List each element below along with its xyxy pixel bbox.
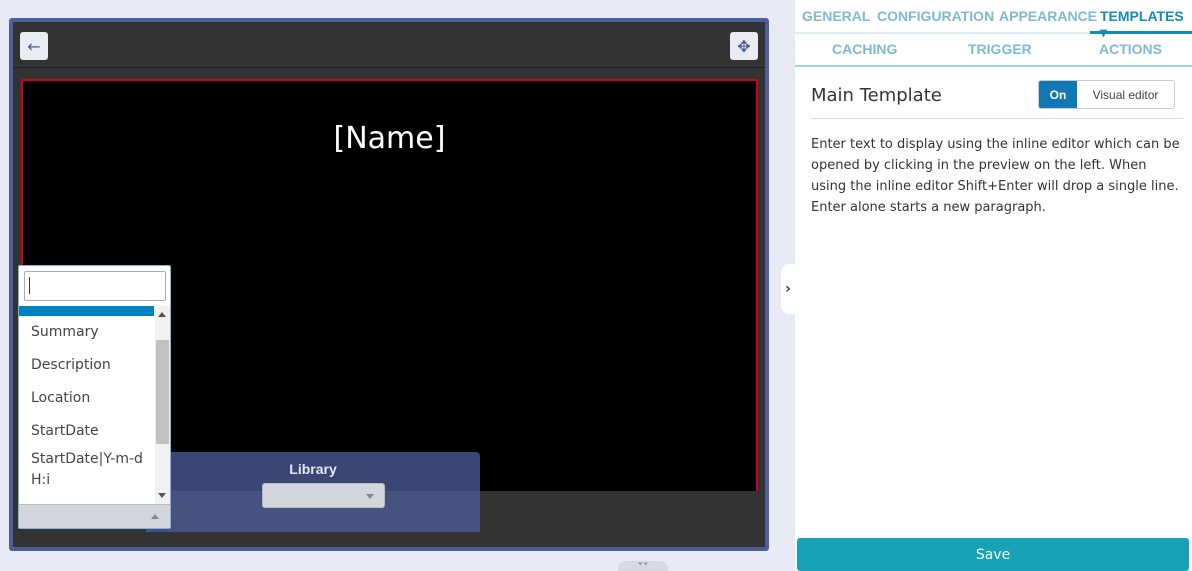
section-header: Main Template On Visual editor [811, 75, 1183, 119]
visual-editor-toggle[interactable]: On Visual editor [1038, 80, 1175, 109]
preview-toolbar: ← ✥ [13, 22, 765, 68]
scrollbar-thumb[interactable] [156, 340, 169, 444]
dropdown-option-startdate[interactable]: StartDate [19, 415, 154, 448]
toggle-on-state[interactable]: On [1039, 81, 1077, 108]
library-panel: Library [146, 452, 480, 532]
toggle-label[interactable]: Visual editor [1077, 81, 1174, 108]
canvas-name-text[interactable]: [Name] [23, 121, 756, 156]
tab-general[interactable]: GENERAL [802, 8, 870, 24]
library-label: Library [289, 461, 337, 477]
dropdown-option-highlighted[interactable] [19, 306, 154, 316]
chevron-up-icon [151, 514, 159, 519]
text-cursor [29, 277, 30, 294]
tabs-row-primary: GENERAL CONFIGURATION APPEARANCE TEMPLAT… [795, 0, 1192, 40]
save-button[interactable]: Save [797, 538, 1189, 571]
properties-panel: GENERAL CONFIGURATION APPEARANCE TEMPLAT… [795, 0, 1192, 571]
help-text: Enter text to display using the inline e… [811, 137, 1180, 215]
scroll-up-icon[interactable] [158, 312, 166, 317]
dropdown-option-location[interactable]: Location [19, 382, 154, 415]
arrow-left-icon[interactable]: ← [20, 32, 48, 60]
field-dropdown[interactable]: Summary Description Location StartDate S… [18, 265, 171, 529]
library-select[interactable] [262, 483, 385, 508]
tab-appearance[interactable]: APPEARANCE [999, 8, 1097, 24]
move-arrows-icon[interactable]: ✥ [730, 32, 758, 60]
dropdown-option-summary[interactable]: Summary [19, 316, 154, 349]
tabs-row-secondary: CACHING TRIGGER ACTIONS [795, 34, 1192, 67]
tab-trigger[interactable]: TRIGGER [968, 41, 1032, 57]
chevron-right-icon[interactable]: › [781, 264, 795, 314]
tab-caching[interactable]: CACHING [832, 41, 897, 57]
dropdown-option-description[interactable]: Description [19, 349, 154, 382]
chevron-down-icon [366, 494, 374, 499]
dropdown-select-bar[interactable] [19, 504, 170, 528]
section-title: Main Template [811, 85, 942, 106]
dropdown-search-input[interactable] [24, 271, 166, 301]
tab-configuration[interactable]: CONFIGURATION [877, 8, 994, 24]
bottom-handle[interactable]: ˇˇ [618, 561, 668, 571]
scroll-down-icon[interactable] [158, 493, 166, 498]
dropdown-option-startdate-format[interactable]: StartDate|Y-m-d H:i [19, 448, 154, 492]
dropdown-scrollbar[interactable] [155, 306, 170, 504]
dropdown-options-list: Summary Description Location StartDate S… [19, 306, 154, 506]
tab-actions[interactable]: ACTIONS [1099, 41, 1162, 57]
